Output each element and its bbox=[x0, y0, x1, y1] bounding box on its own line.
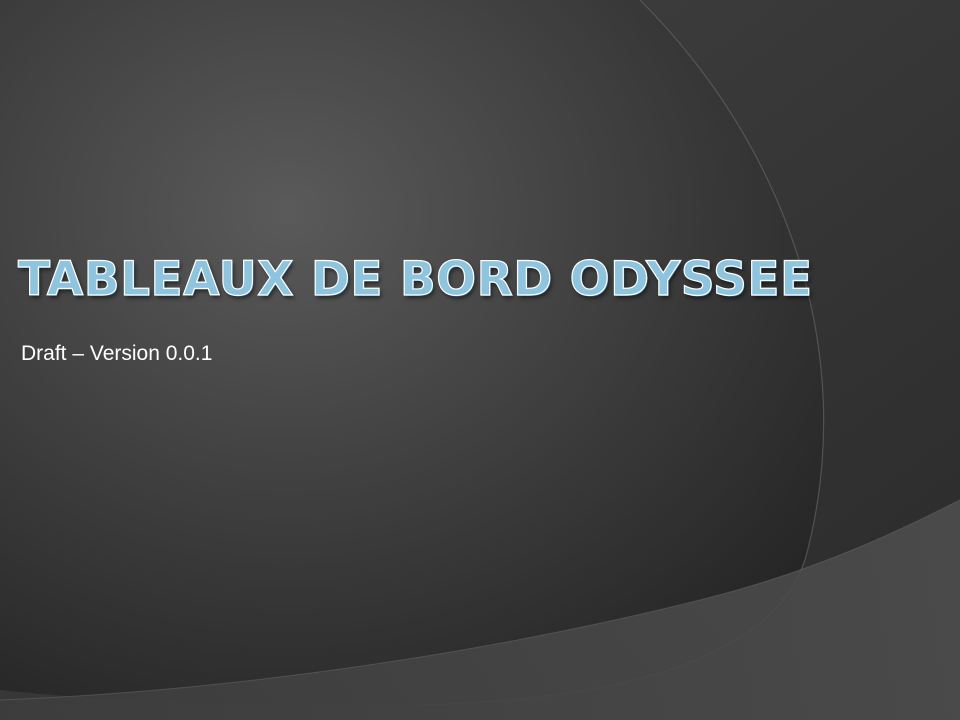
slide-subtitle: Draft – Version 0.0.1 bbox=[21, 342, 213, 365]
slide-title: Tableaux de bord ODYSSEE bbox=[17, 252, 813, 307]
slide: Tableaux de bord ODYSSEE Draft – Version… bbox=[0, 0, 960, 720]
